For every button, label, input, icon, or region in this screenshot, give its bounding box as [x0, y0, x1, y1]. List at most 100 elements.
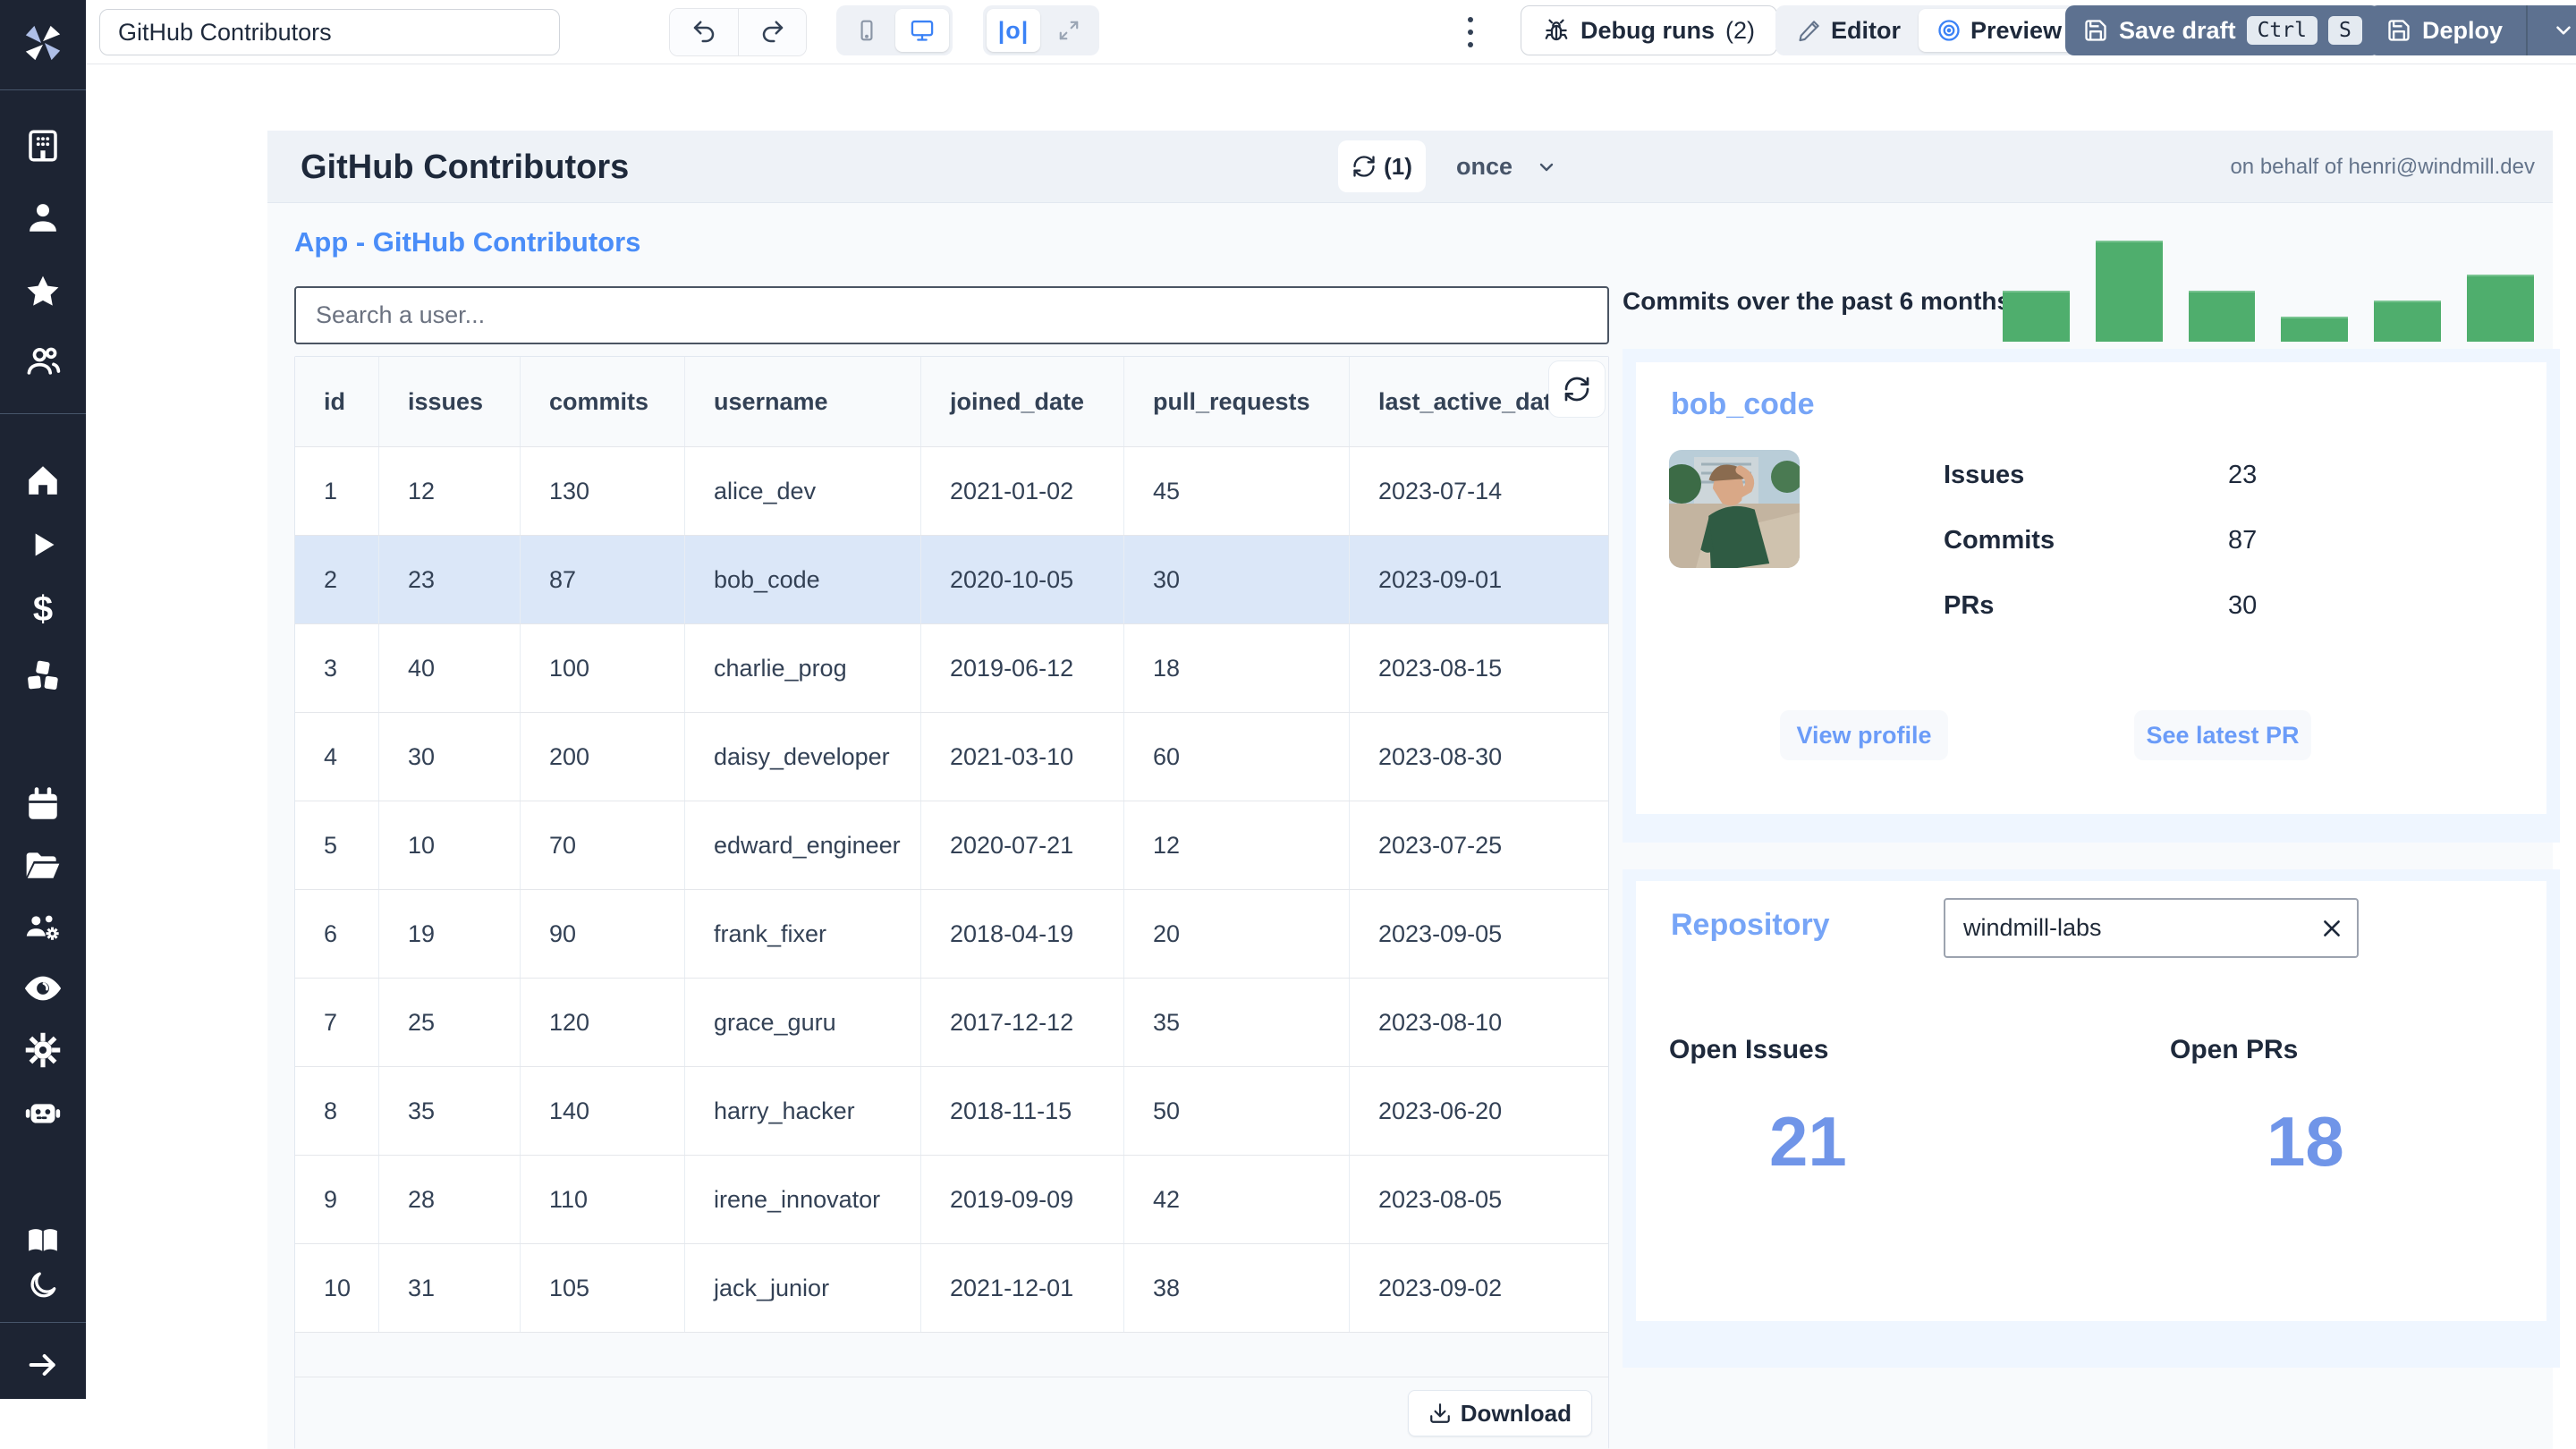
sidebar-item-ai[interactable] — [20, 1089, 66, 1136]
sidebar-item-audit-logs[interactable] — [20, 965, 66, 1012]
dollar-icon: $ — [32, 589, 54, 629]
sidebar-item-home[interactable] — [20, 457, 66, 504]
user-icon — [30, 204, 56, 232]
table-cell: 2023-09-01 — [1378, 565, 1503, 593]
stat-value: 87 — [2228, 526, 2258, 555]
sidebar-item-dark-mode[interactable] — [20, 1262, 66, 1309]
contributors-table: id issues commits username joined_date pull_r… — [294, 356, 1609, 1449]
table-cell: 25 — [379, 979, 521, 1066]
desktop-view-toggle[interactable] — [895, 9, 949, 52]
chart-bar — [2188, 291, 2256, 342]
sidebar-item-user[interactable] — [20, 194, 66, 241]
table-row[interactable]: 6 19 90 frank_fixer 2018-04-19 20 2023-09-05 — [295, 889, 1608, 978]
view-profile-button[interactable]: View profile — [1780, 710, 1948, 760]
table-cell: 10 — [379, 801, 521, 889]
sidebar-item-folders[interactable] — [20, 843, 66, 889]
windmill-logo[interactable] — [20, 20, 66, 66]
sidebar-item-docs[interactable] — [20, 1217, 66, 1264]
table-cell: irene_innovator — [685, 1156, 921, 1243]
schedule-dropdown[interactable]: once — [1456, 131, 1557, 203]
arrow-right-icon — [29, 1354, 55, 1376]
editor-tab[interactable]: Editor — [1779, 9, 1919, 52]
debug-runs-count: (2) — [1725, 16, 1756, 44]
table-cell: 2023-07-25 — [1378, 831, 1503, 859]
eye-icon — [24, 976, 62, 1001]
table-row[interactable]: 4 30 200 daisy_developer 2021-03-10 60 2023-08… — [295, 712, 1608, 801]
table-cell: 130 — [521, 447, 685, 535]
repository-heading: Repository — [1671, 908, 1830, 942]
column-header-joined_date[interactable]: joined_date — [921, 357, 1124, 446]
table-cell: charlie_prog — [685, 624, 921, 712]
table-cell: 35 — [1124, 979, 1350, 1066]
table-cell: 120 — [521, 979, 685, 1066]
device-toggle-group — [836, 5, 953, 55]
cubes-icon — [28, 660, 58, 690]
app-refresh-button[interactable]: (1) — [1338, 140, 1426, 192]
column-header-username[interactable]: username — [685, 357, 921, 446]
user-card-username: bob_code — [1671, 387, 1815, 421]
table-empty-row — [295, 1332, 1608, 1377]
sidebar-divider — [0, 89, 86, 90]
table-cell: 45 — [1124, 447, 1350, 535]
sidebar-item-resources[interactable] — [20, 652, 66, 699]
chart-bar — [2374, 301, 2442, 342]
user-card: bob_code Issues 23 Commits 87 PRs 30 Vie… — [1636, 362, 2546, 814]
redo-button[interactable] — [738, 9, 806, 55]
table-row[interactable]: 5 10 70 edward_engineer 2020-07-21 12 2023-07-… — [295, 801, 1608, 889]
schedule-label: once — [1456, 153, 1513, 180]
sidebar-item-workspace[interactable] — [20, 123, 66, 169]
sidebar-item-schedules[interactable] — [20, 782, 66, 828]
sidebar-expand-button[interactable] — [20, 1342, 66, 1388]
save-draft-button[interactable]: Save draft Ctrl S — [2065, 5, 2380, 55]
debug-runs-button[interactable]: Debug runs (2) — [1521, 5, 1778, 55]
table-row[interactable]: 3 40 100 charlie_prog 2019-06-12 18 2023-08-15 — [295, 623, 1608, 712]
app-title-input[interactable] — [99, 9, 560, 55]
refresh-icon — [1564, 377, 1589, 402]
play-icon — [35, 533, 55, 556]
moon-icon — [30, 1272, 56, 1298]
table-cell: 105 — [521, 1244, 685, 1332]
table-refresh-button[interactable] — [1548, 360, 1606, 418]
column-header-pull_requests[interactable]: pull_requests — [1124, 357, 1350, 446]
table-cell: 18 — [1124, 624, 1350, 712]
table-row[interactable]: 7 25 120 grace_guru 2017-12-12 35 2023-08-10 — [295, 978, 1608, 1066]
clear-input-button[interactable] — [2307, 917, 2357, 940]
column-header-id[interactable]: id — [295, 357, 379, 446]
centered-layout-toggle[interactable]: |o| — [987, 9, 1040, 52]
chart-bar — [2095, 241, 2163, 342]
sidebar-item-workers[interactable] — [20, 904, 66, 951]
table-row[interactable]: 2 23 87 bob_code 2020-10-05 30 2023-09-01 — [295, 535, 1608, 623]
table-cell: 2023-06-20 — [1378, 1097, 1503, 1124]
table-row[interactable]: 10 31 105 jack_junior 2021-12-01 38 2023-09-02 — [295, 1243, 1608, 1332]
deploy-button[interactable]: Deploy — [2368, 5, 2576, 55]
search-input[interactable] — [294, 286, 1609, 344]
table-row[interactable]: 9 28 110 irene_innovator 2019-09-09 42 2023-08… — [295, 1155, 1608, 1243]
stat-row: Commits 87 — [1944, 508, 2257, 573]
column-header-issues[interactable]: issues — [379, 357, 521, 446]
repository-input[interactable] — [1945, 914, 2307, 942]
see-latest-pr-button[interactable]: See latest PR — [2134, 710, 2311, 760]
table-cell: edward_engineer — [685, 801, 921, 889]
table-cell: 4 — [295, 713, 379, 801]
deploy-dropdown-button[interactable] — [2538, 19, 2576, 42]
table-cell: 30 — [379, 713, 521, 801]
table-row[interactable]: 8 35 140 harry_hacker 2018-11-15 50 2023-06-20 — [295, 1066, 1608, 1155]
mobile-view-toggle[interactable] — [840, 9, 894, 52]
table-row[interactable]: 1 12 130 alice_dev 2021-01-02 45 2023-07-14 — [295, 446, 1608, 535]
fullscreen-layout-toggle[interactable] — [1042, 9, 1096, 52]
sidebar-item-runs[interactable] — [20, 521, 66, 568]
sidebar-item-favorites[interactable] — [20, 268, 66, 315]
column-header-commits[interactable]: commits — [521, 357, 685, 446]
preview-tab[interactable]: Preview — [1919, 9, 2080, 52]
table-cell: 10 — [295, 1244, 379, 1332]
undo-button[interactable] — [670, 9, 738, 55]
table-footer: Download — [295, 1377, 1608, 1449]
sidebar-item-settings[interactable] — [20, 1027, 66, 1073]
sidebar-item-variables[interactable]: $ — [20, 586, 66, 632]
app-header-strip: GitHub Contributors (1) once on behalf o… — [267, 131, 2553, 203]
app-heading: App - GitHub Contributors — [294, 226, 641, 258]
table-cell: 2023-09-02 — [1378, 1274, 1503, 1301]
sidebar-item-groups[interactable] — [20, 338, 66, 385]
more-options-button[interactable] — [1468, 9, 1473, 55]
download-button[interactable]: Download — [1407, 1390, 1592, 1436]
